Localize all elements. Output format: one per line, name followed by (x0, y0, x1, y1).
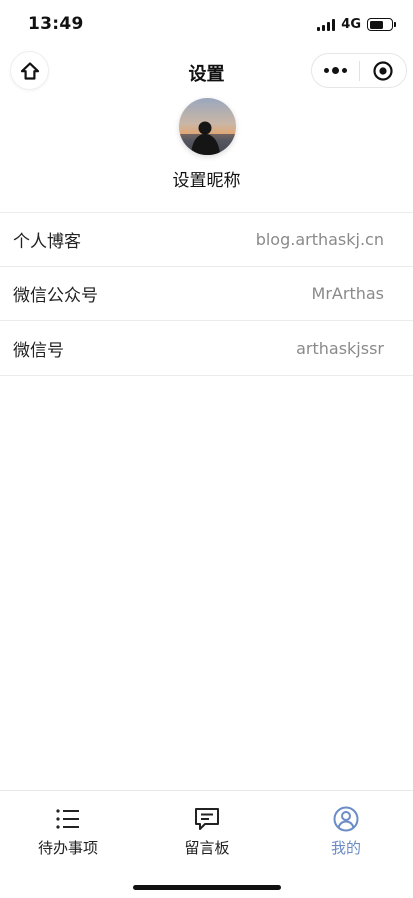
tab-label: 留言板 (184, 839, 230, 857)
more-dots-icon (323, 67, 347, 74)
tab-label: 待办事项 (37, 839, 98, 857)
user-profile-icon (333, 806, 359, 832)
setting-row-blog[interactable]: 个人博客 blog.arthaskj.cn (0, 213, 413, 267)
setting-label: 微信公众号 (13, 286, 98, 306)
target-close-icon (373, 60, 393, 81)
set-nickname-link[interactable]: 设置昵称 (0, 166, 413, 191)
nav-bar: 设置 (0, 50, 413, 92)
tab-bar: 待办事项 留言板 我的 (0, 790, 413, 898)
network-type: 4G (341, 17, 361, 32)
tab-message-board[interactable]: 留言板 (147, 805, 267, 858)
tab-mine[interactable]: 我的 (286, 805, 406, 858)
tab-todo[interactable]: 待办事项 (8, 805, 128, 858)
close-button[interactable] (360, 54, 407, 87)
setting-label: 个人博客 (13, 232, 81, 252)
avatar[interactable] (179, 98, 236, 155)
home-indicator (133, 885, 281, 890)
setting-value: blog.arthaskj.cn (255, 230, 384, 249)
setting-row-wechat-id[interactable]: 微信号 arthaskjssr (0, 321, 413, 375)
status-indicators: 4G (317, 17, 396, 32)
status-time: 13:49 (28, 14, 84, 34)
setting-value: arthaskjssr (296, 338, 384, 358)
profile-section: 设置昵称 (0, 96, 413, 212)
setting-value: MrArthas (311, 284, 384, 303)
setting-label: 微信号 (13, 340, 64, 361)
tab-label: 我的 (330, 839, 361, 857)
signal-icon (317, 18, 336, 31)
avatar-image (179, 98, 236, 155)
more-button[interactable] (312, 54, 359, 87)
list-icon (56, 809, 79, 829)
message-board-icon (195, 808, 219, 830)
battery-icon (367, 18, 396, 31)
mini-program-capsule (311, 53, 407, 88)
settings-list: 个人博客 blog.arthaskj.cn 微信公众号 MrArthas 微信号… (0, 212, 413, 376)
setting-row-official-account[interactable]: 微信公众号 MrArthas (0, 267, 413, 321)
status-bar: 13:49 4G (0, 0, 413, 50)
